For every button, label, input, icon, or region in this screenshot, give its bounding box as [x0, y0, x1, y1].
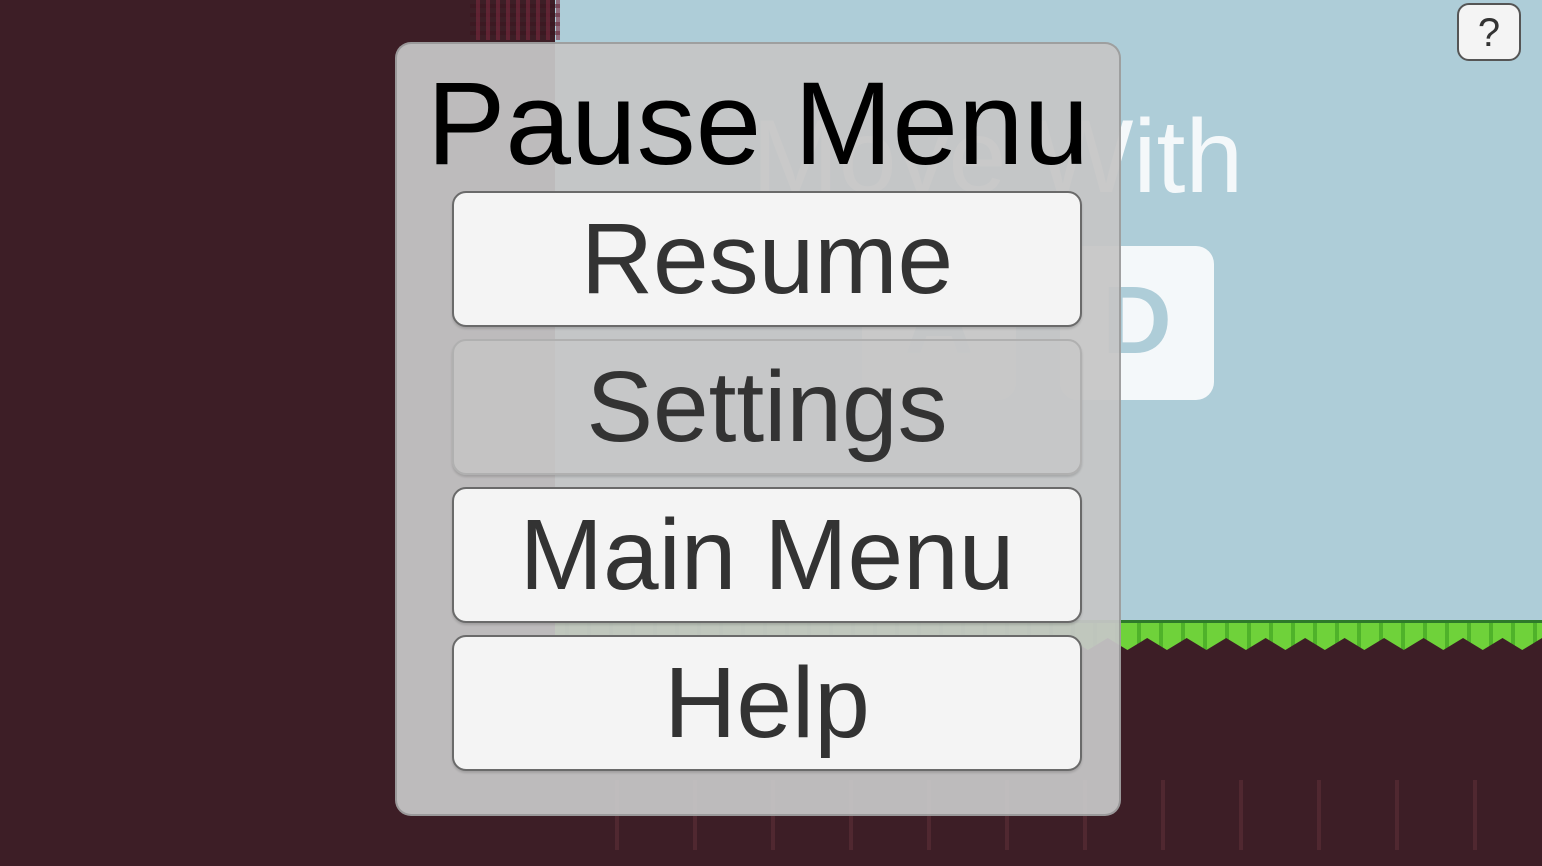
help-question-button[interactable]: ?	[1457, 3, 1521, 61]
pause-menu-title: Pause Menu	[426, 58, 1090, 190]
game-scene: Move With A D ? Pause Menu Resume Settin…	[0, 0, 1542, 866]
main-menu-button[interactable]: Main Menu	[452, 487, 1082, 623]
help-button[interactable]: Help	[452, 635, 1082, 771]
settings-button[interactable]: Settings	[452, 339, 1082, 475]
resume-button[interactable]: Resume	[452, 191, 1082, 327]
pause-menu-panel: Pause Menu Resume Settings Main Menu Hel…	[395, 42, 1121, 816]
wall-edge-tiles	[470, 0, 560, 40]
